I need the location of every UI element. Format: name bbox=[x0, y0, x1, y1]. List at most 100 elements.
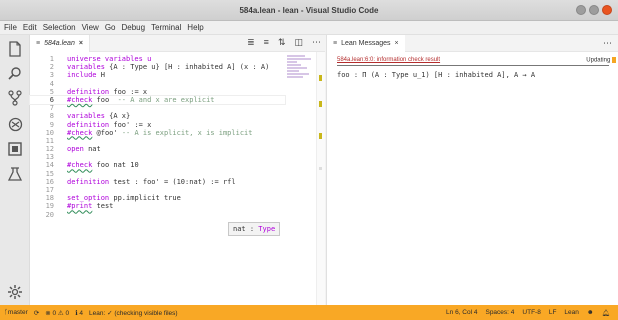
info-count[interactable]: ℹ 4 bbox=[75, 309, 83, 317]
token: set_option bbox=[67, 194, 110, 203]
minimap[interactable] bbox=[287, 55, 313, 95]
source-control-icon[interactable] bbox=[7, 90, 23, 106]
messages-tab-bar: ≡ Lean Messages × ⋯ bbox=[327, 35, 618, 52]
menu-file[interactable]: File bbox=[4, 23, 17, 32]
problems-count[interactable]: ⊗ 0 ⚠ 0 bbox=[45, 309, 69, 317]
code-line[interactable]: 12 open nat bbox=[30, 145, 285, 153]
end-of-line[interactable]: LF bbox=[549, 309, 557, 316]
token: H bbox=[96, 71, 105, 80]
tab-close-button[interactable]: × bbox=[79, 40, 83, 47]
code-area[interactable]: 1 universe variables u 2 variables {A : Typ… bbox=[29, 55, 286, 219]
line-number: 17 bbox=[45, 186, 54, 194]
open-changes-icon[interactable]: ⇅ bbox=[278, 37, 286, 48]
line-number: 19 bbox=[45, 202, 54, 211]
notifications-bell-icon[interactable]: 🔔︎ bbox=[602, 309, 610, 317]
message-text: foo : Π (A : Type u_1) [H : inhabited A]… bbox=[337, 71, 536, 79]
line-number: 3 bbox=[49, 71, 54, 80]
code-line[interactable]: 4 bbox=[30, 80, 285, 88]
overview-marker bbox=[319, 133, 322, 139]
test-icon[interactable] bbox=[7, 167, 23, 183]
token: -- A and x are explicit bbox=[117, 95, 215, 104]
line-text: open nat bbox=[67, 145, 101, 153]
menu-debug[interactable]: Debug bbox=[121, 23, 145, 32]
code-line[interactable]: 11 bbox=[30, 137, 285, 145]
line-number: 1 bbox=[49, 55, 54, 63]
code-line[interactable]: 20 bbox=[30, 211, 285, 219]
token: include bbox=[67, 71, 97, 80]
more-actions-icon[interactable]: ⋯ bbox=[603, 38, 612, 49]
window-controls bbox=[576, 5, 612, 15]
code-line[interactable]: 8 variables {A x} bbox=[30, 112, 285, 120]
extensions-icon[interactable] bbox=[7, 142, 23, 158]
more-actions-icon[interactable]: ⋯ bbox=[312, 37, 321, 48]
code-line[interactable]: 19 #print test bbox=[30, 202, 285, 210]
updating-status: Updating bbox=[586, 57, 618, 64]
close-window-button[interactable] bbox=[602, 5, 612, 15]
line-number: 20 bbox=[45, 210, 54, 219]
line-text: definition foo := x bbox=[67, 88, 147, 96]
vertical-scrollbar[interactable] bbox=[316, 52, 325, 305]
code-line[interactable]: 6 #check foo -- A and x are explicit bbox=[29, 94, 286, 106]
search-icon[interactable] bbox=[7, 66, 23, 82]
code-line[interactable]: 7 bbox=[30, 104, 285, 112]
menu-edit[interactable]: Edit bbox=[23, 23, 37, 32]
code-line[interactable]: 15 bbox=[30, 170, 285, 178]
line-text: variables {A : Type u} [H : inhabited A]… bbox=[67, 63, 269, 71]
code-line[interactable]: 1 universe variables u bbox=[30, 55, 285, 63]
settings-gear-icon[interactable] bbox=[7, 285, 23, 301]
minimize-button[interactable] bbox=[576, 5, 586, 15]
split-editor-icon[interactable]: ◫ bbox=[294, 37, 303, 48]
menu-terminal[interactable]: Terminal bbox=[151, 23, 181, 32]
tab-584a-lean[interactable]: ≡ 584a.lean × bbox=[30, 35, 90, 52]
code-line[interactable]: 10 #check @foo' -- A is explicit, x is im… bbox=[30, 129, 285, 137]
line-number: 10 bbox=[45, 128, 54, 137]
editor-tab-bar: ≡ 584a.lean × ≣ ≡ ⇅ ◫ ⋯ bbox=[30, 35, 325, 52]
line-number: 15 bbox=[45, 169, 54, 178]
code-line[interactable]: 17 bbox=[30, 186, 285, 194]
code-line[interactable]: 2 variables {A : Type u} [H : inhabited A… bbox=[30, 63, 285, 71]
menu-help[interactable]: Help bbox=[187, 23, 203, 32]
code-line[interactable]: 18 set_option pp.implicit true bbox=[30, 194, 285, 202]
language-mode[interactable]: Lean bbox=[564, 309, 578, 316]
code-line[interactable]: 9 definition foo' := x bbox=[30, 121, 285, 129]
lean-messages-icon[interactable]: ≡ bbox=[264, 37, 269, 48]
token: definition bbox=[67, 87, 110, 96]
sync-icon[interactable]: ⟳ bbox=[34, 309, 39, 317]
cursor-position[interactable]: Ln 6, Col 4 bbox=[446, 309, 477, 316]
line-text: #check foo nat 10 bbox=[67, 161, 139, 169]
code-line[interactable]: 14 #check foo nat 10 bbox=[30, 161, 285, 169]
line-number: 5 bbox=[49, 87, 54, 96]
line-number: 11 bbox=[45, 136, 54, 145]
tab-lean-messages[interactable]: ≡ Lean Messages × bbox=[327, 35, 405, 52]
code-line[interactable]: 5 definition foo := x bbox=[30, 88, 285, 96]
menu-selection[interactable]: Selection bbox=[43, 23, 76, 32]
lean-infoview-icon[interactable]: ≣ bbox=[247, 37, 255, 48]
git-branch[interactable]: ᚴmaster bbox=[4, 309, 28, 316]
line-text: set_option pp.implicit true bbox=[67, 194, 181, 202]
token: foo' := x bbox=[109, 120, 152, 129]
title-bar: 584a.lean - lean - Visual Studio Code bbox=[0, 0, 618, 21]
line-text: #print test bbox=[67, 202, 113, 210]
files-icon[interactable] bbox=[7, 41, 23, 57]
token: {A x} bbox=[104, 112, 131, 121]
indentation[interactable]: Spaces: 4 bbox=[485, 309, 514, 316]
code-line[interactable]: 13 bbox=[30, 153, 285, 161]
lean-status[interactable]: Lean: ✓ (checking visible files) bbox=[89, 309, 178, 317]
token: open bbox=[67, 145, 84, 154]
line-number: 8 bbox=[49, 112, 54, 121]
message-location-link[interactable]: 584a.lean:6:0: information check result bbox=[337, 57, 440, 63]
menu-view[interactable]: View bbox=[82, 23, 99, 32]
menu-go[interactable]: Go bbox=[105, 23, 116, 32]
line-number: 2 bbox=[49, 63, 54, 72]
code-line[interactable]: 16 definition test : foo' = (10:nat) := r… bbox=[30, 178, 285, 186]
maximize-button[interactable] bbox=[589, 5, 599, 15]
token: universe variables u bbox=[67, 55, 152, 63]
lean-file-icon: ≡ bbox=[36, 40, 41, 47]
line-text: universe variables u bbox=[67, 55, 151, 63]
debug-icon[interactable] bbox=[7, 117, 23, 133]
encoding[interactable]: UTF-8 bbox=[522, 309, 540, 316]
code-line[interactable]: 3 include H bbox=[30, 71, 285, 79]
lean-messages-pane: ≡ Lean Messages × ⋯ 584a.lean:6:0: infor… bbox=[326, 35, 618, 305]
tab-close-button[interactable]: × bbox=[395, 40, 399, 47]
feedback-smiley-icon[interactable]: ☻ bbox=[587, 309, 594, 316]
